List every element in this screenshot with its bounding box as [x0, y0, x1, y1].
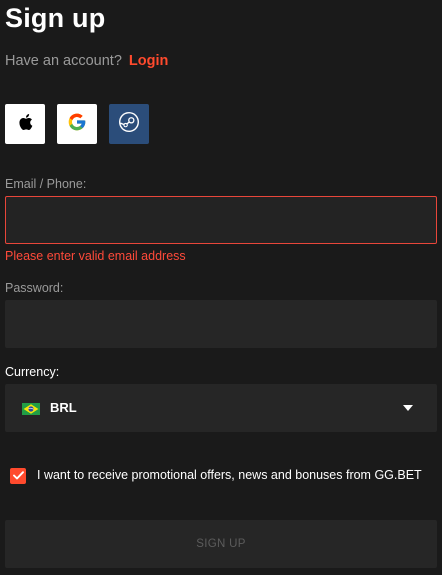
- currency-value: BRL: [50, 400, 77, 415]
- password-field[interactable]: [5, 300, 437, 348]
- have-account-row: Have an account? Login: [5, 53, 168, 69]
- password-label: Password:: [5, 281, 64, 295]
- steam-icon: [118, 111, 140, 138]
- checkmark-icon: [12, 467, 24, 485]
- steam-login-button[interactable]: [109, 104, 149, 144]
- email-label: Email / Phone:: [5, 177, 87, 191]
- email-error-text: Please enter valid email address: [5, 249, 186, 263]
- sign-up-button[interactable]: SIGN UP: [5, 520, 437, 568]
- promo-checkbox-label: I want to receive promotional offers, ne…: [37, 468, 422, 482]
- currency-label: Currency:: [5, 365, 60, 379]
- google-login-button[interactable]: [57, 104, 97, 144]
- signup-panel: Sign up Have an account? Login Email / P…: [0, 0, 442, 575]
- have-account-text: Have an account?: [5, 53, 122, 69]
- brazil-flag-icon: [22, 402, 40, 415]
- chevron-down-icon: [403, 405, 413, 411]
- password-field-wrapper: [5, 300, 437, 348]
- login-link[interactable]: Login: [129, 53, 168, 69]
- apple-icon: [17, 113, 33, 136]
- google-icon: [67, 112, 87, 137]
- currency-select[interactable]: BRL: [5, 384, 437, 432]
- apple-login-button[interactable]: [5, 104, 45, 144]
- promo-checkbox[interactable]: [10, 468, 26, 484]
- email-field-wrapper: [5, 196, 437, 244]
- email-field[interactable]: [6, 197, 436, 243]
- page-title: Sign up: [5, 3, 106, 33]
